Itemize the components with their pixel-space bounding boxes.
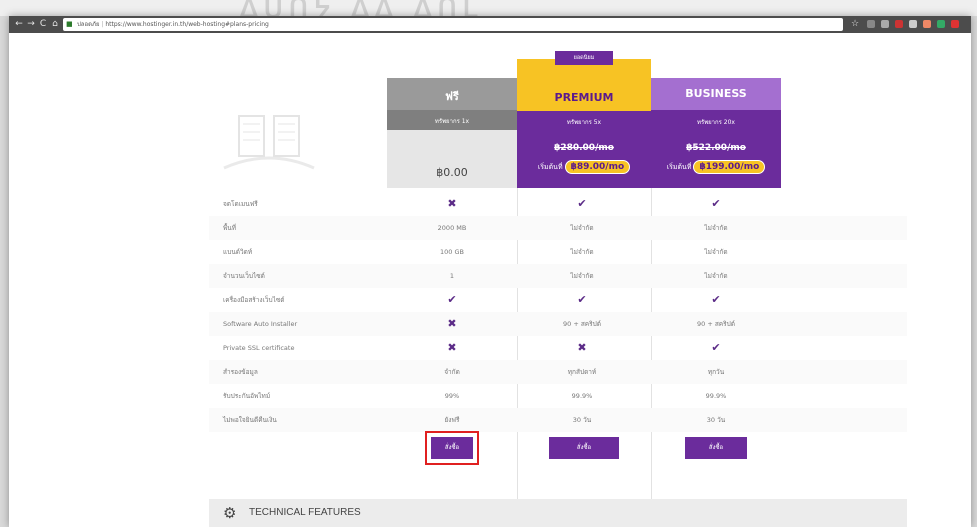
browser-window: ← → C ⌂ ■ ปลอดภัย | https://www.hostinge… [9,16,971,527]
feature-value: 100 GB [440,248,464,256]
feature-label: พื้นที่ [223,224,237,232]
price-prefix: เริ่มต้นที่ [537,163,563,171]
check-icon: ✔ [711,341,721,354]
extension-icon[interactable] [937,20,945,28]
feature-value: 99% [444,392,460,400]
feature-value: 1 [449,272,455,280]
table-row: พื้นที่ 2000 MB ไม่จำกัด ไม่จำกัด [209,216,907,240]
table-row: ไม่พอใจยินดีคืนเงิน ยังฟรี 30 วัน 30 วัน [209,408,907,432]
table-row: รับประกันอัพไทม์ 99% 99.9% 99.9% [209,384,907,408]
technical-features-header[interactable]: ⚙ TECHNICAL FEATURES [209,499,907,527]
feature-value: 30 วัน [572,416,592,424]
technical-features-title: TECHNICAL FEATURES [249,507,361,518]
feature-label: รับประกันอัพไทม์ [223,392,271,400]
feature-value: ยังฟรี [444,416,460,424]
address-bar[interactable]: ■ ปลอดภัย | https://www.hostinger.in.th/… [63,18,843,31]
feature-value: ไม่จำกัด [704,248,728,256]
feature-value: ไม่จำกัด [704,272,728,280]
check-icon: ✔ [711,197,721,210]
plan-price: ฿89.00/mo [564,160,631,174]
table-row: จำนวนเว็บไซต์ 1 ไม่จำกัด ไม่จำกัด [209,264,907,288]
book-illustration-icon [223,115,315,170]
feature-value: ไม่จำกัด [704,224,728,232]
order-button-premium[interactable]: สั่งซื้อ [549,437,619,459]
feature-label: จดโดเมนฟรี [223,200,258,208]
star-icon[interactable]: ☆ [849,18,861,30]
extension-icon[interactable] [881,20,889,28]
browser-toolbar: ← → C ⌂ ■ ปลอดภัย | https://www.hostinge… [9,16,971,33]
check-icon: ✔ [711,293,721,306]
plan-header-premium: ยอดนิยม PREMIUM ทรัพยากร 5x ฿280.00/mo เ… [517,51,651,188]
feature-value: 2000 MB [437,224,467,232]
extension-icon[interactable] [895,20,903,28]
extension-icon[interactable] [951,20,959,28]
feature-value: ไม่จำกัด [570,224,594,232]
feature-label: แบนด์วิดท์ [223,248,253,256]
plan-name: BUSINESS [685,87,747,100]
feature-value: 90 + สคริปต์ [696,320,735,328]
order-button-business[interactable]: สั่งซื้อ [685,437,747,459]
lock-icon: ■ [66,20,73,28]
pricing-page: ฟรี ทรัพยากร 1x ฿0.00 ยอดนิยม PREMIUM ทร… [9,33,971,527]
plan-name: PREMIUM [554,91,614,104]
feature-value: ทุกสัปดาห์ [567,368,597,376]
table-row: แบนด์วิดท์ 100 GB ไม่จำกัด ไม่จำกัด [209,240,907,264]
plan-price: ฿0.00 [436,166,468,179]
table-row: เครื่องมือสร้างเว็บไซต์ ✔ ✔ ✔ [209,288,907,312]
feature-value: ทุกวัน [707,368,725,376]
url-text: https://www.hostinger.in.th/web-hosting#… [105,21,269,28]
feature-value: 90 + สคริปต์ [562,320,601,328]
popular-badge: ยอดนิยม [555,51,613,65]
plan-price-line: เริ่มต้นที่ ฿89.00/mo [517,160,651,174]
back-icon[interactable]: ← [13,18,25,30]
price-prefix: เริ่มต้นที่ [666,163,692,171]
plan-price: ฿199.00/mo [693,160,766,174]
plan-header-free: ฟรี ทรัพยากร 1x ฿0.00 [387,78,517,188]
feature-label: เครื่องมือสร้างเว็บไซต์ [223,296,285,304]
feature-value: ไม่จำกัด [570,272,594,280]
plan-name: ฟรี [445,90,459,103]
home-icon[interactable]: ⌂ [49,18,61,30]
highlight-box [425,431,479,465]
feature-label: สำรองข้อมูล [223,368,258,376]
plan-price-line: เริ่มต้นที่ ฿199.00/mo [651,160,781,174]
feature-label: ไม่พอใจยินดีคืนเงิน [223,416,277,424]
plan-resources: ทรัพยากร 5x [566,119,602,126]
check-icon: ✔ [577,197,587,210]
cross-icon: ✖ [577,341,587,354]
plan-resources: ทรัพยากร 1x [434,118,470,125]
table-row: จดโดเมนฟรี ✖ ✔ ✔ [209,192,907,216]
check-icon: ✔ [577,293,587,306]
extension-icon[interactable] [867,20,875,28]
feature-label: Private SSL certificate [223,344,295,352]
cross-icon: ✖ [447,197,457,210]
plan-header-business: BUSINESS ทรัพยากร 20x ฿522.00/mo เริ่มต้… [651,78,781,188]
extension-icon[interactable] [923,20,931,28]
cross-icon: ✖ [447,341,457,354]
reload-icon[interactable]: C [37,18,49,30]
feature-value: 99.9% [571,392,593,400]
top-watermark-band: ᐃᑌᑎᔭ ᐃᐃ ᐃᑎᒪ [0,0,977,16]
gear-icon: ⚙ [223,504,237,522]
table-row: Private SSL certificate ✖ ✖ ✔ [209,336,907,360]
feature-label: จำนวนเว็บไซต์ [223,272,265,280]
feature-value: 30 วัน [706,416,726,424]
forward-icon[interactable]: → [25,18,37,30]
table-row: สำรองข้อมูล จำกัด ทุกสัปดาห์ ทุกวัน [209,360,907,384]
feature-value: จำกัด [444,368,460,376]
extension-icon[interactable] [909,20,917,28]
table-row: Software Auto Installer ✖ 90 + สคริปต์ 90 +… [209,312,907,336]
check-icon: ✔ [447,293,457,306]
url-secure-label: ปลอดภัย [77,21,100,28]
cross-icon: ✖ [447,317,457,330]
feature-value: 99.9% [705,392,727,400]
plan-resources: ทรัพยากร 20x [697,119,735,126]
plan-old-price: ฿280.00/mo [554,143,614,153]
feature-value: ไม่จำกัด [570,248,594,256]
plan-old-price: ฿522.00/mo [686,143,746,153]
feature-label: Software Auto Installer [223,320,298,328]
plan-price-bar [387,130,517,188]
watermark: ᐃᑌᑎᔭ ᐃᐃ ᐃᑎᒪ [240,0,484,16]
